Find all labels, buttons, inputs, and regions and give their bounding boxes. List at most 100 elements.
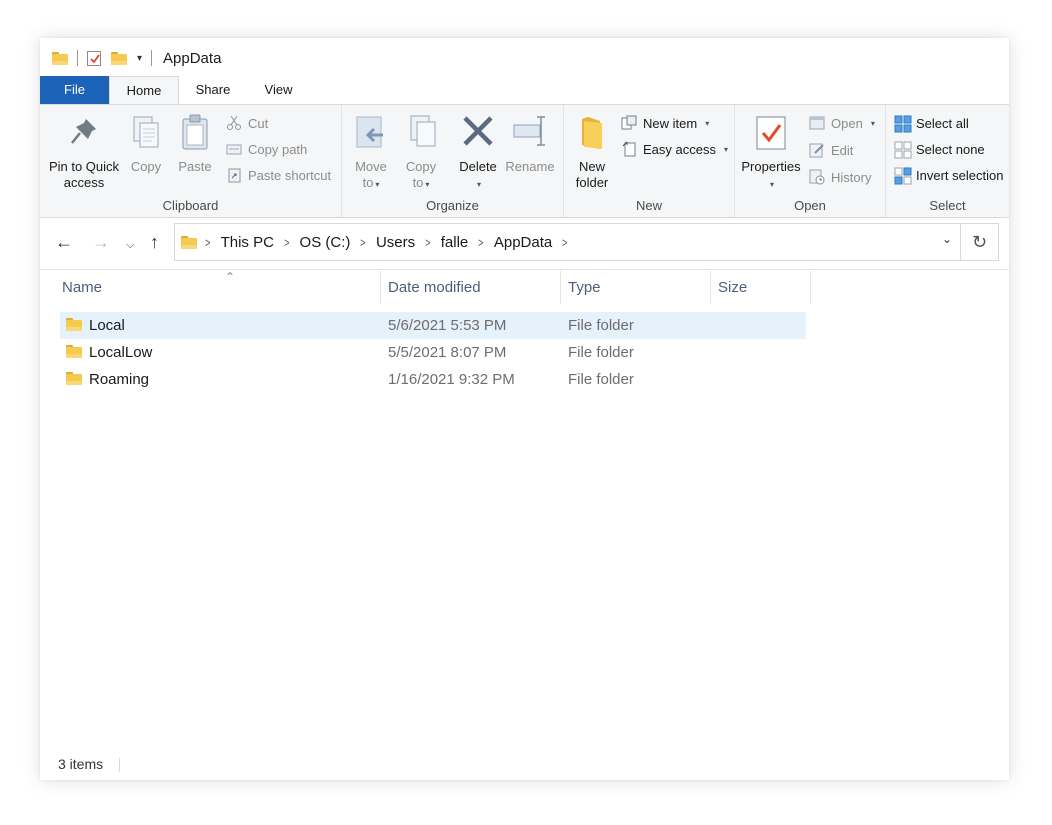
new-folder-icon (574, 113, 610, 153)
tab-share[interactable]: Share (179, 76, 247, 104)
column-type-label: Type (568, 279, 601, 296)
edit-icon (809, 142, 825, 158)
breadcrumb-chevron-icon[interactable]: > (205, 235, 210, 250)
select-none-label: Select none (916, 142, 985, 157)
copy-label: Copy (124, 159, 168, 175)
delete-x-icon (460, 113, 496, 153)
breadcrumb-chevron-icon[interactable]: > (562, 235, 567, 250)
quick-access-toolbar: ▾ AppData (52, 48, 221, 68)
breadcrumb-chevron-icon[interactable]: > (478, 235, 483, 250)
easy-access-button[interactable]: Easy access ▾ (621, 139, 728, 159)
tab-file[interactable]: File (40, 76, 109, 104)
forward-arrow-icon[interactable]: → (92, 232, 110, 252)
new-folder-button[interactable]: New folder (570, 113, 614, 191)
easy-access-icon (621, 141, 637, 157)
properties-quick-icon[interactable] (87, 51, 101, 66)
paste-button[interactable]: Paste (172, 113, 218, 175)
file-row-local[interactable]: Local 5/6/2021 5:53 PM File folder (60, 312, 806, 339)
invert-selection-button[interactable]: Invert selection (894, 165, 1003, 185)
breadcrumb-appdata[interactable]: AppData (494, 234, 552, 251)
column-size[interactable]: Size (711, 271, 811, 304)
new-item-button[interactable]: New item ▾ (621, 113, 709, 133)
paste-icon (177, 113, 213, 153)
delete-label: Delete (454, 159, 502, 175)
copy-to-button[interactable]: Copy to▾ (398, 113, 444, 193)
delete-button[interactable]: Delete ▾ (454, 113, 502, 193)
breadcrumb-os-c[interactable]: OS (C:) (300, 234, 351, 251)
properties-button[interactable]: Properties ▾ (739, 113, 803, 193)
breadcrumb-users[interactable]: Users (376, 234, 415, 251)
breadcrumb-this-pc[interactable]: This PC (221, 234, 274, 251)
copy-button[interactable]: Copy (124, 113, 168, 175)
column-type[interactable]: Type (561, 271, 711, 304)
pin-to-quick-access-button[interactable]: Pin to Quick access (46, 113, 122, 191)
select-all-label: Select all (916, 116, 969, 131)
file-type: File folder (568, 366, 634, 393)
copy-icon (128, 113, 164, 153)
customize-toolbar-icon[interactable]: ▾ (137, 53, 142, 64)
file-date: 1/16/2021 9:32 PM (388, 366, 515, 393)
column-size-label: Size (718, 279, 747, 296)
file-name: LocalLow (89, 339, 152, 366)
edit-button[interactable]: Edit (809, 140, 853, 160)
dropdown-arrow-icon: ▾ (724, 145, 728, 154)
column-name[interactable]: Name ⌃ (55, 271, 381, 304)
refresh-icon[interactable]: ↻ (961, 223, 999, 261)
folder-icon (66, 372, 82, 385)
select-none-button[interactable]: Select none (894, 139, 985, 159)
rename-icon (512, 113, 548, 153)
copy-path-icon (226, 141, 242, 157)
open-label: Open (831, 116, 863, 131)
rename-button[interactable]: Rename (502, 113, 558, 175)
copy-to-label-line2: to (413, 175, 424, 190)
copy-to-label-line1: Copy (406, 159, 436, 174)
new-folder-label-line1: New (570, 159, 614, 175)
new-group: New folder New item ▾ Easy access ▾ New (564, 105, 735, 217)
pin-label-line2: access (46, 175, 122, 191)
column-date-modified[interactable]: Date modified (381, 271, 561, 304)
copy-path-label: Copy path (248, 142, 307, 157)
file-row-locallow[interactable]: LocalLow 5/5/2021 8:07 PM File folder (60, 339, 806, 366)
cut-button[interactable]: Cut (226, 113, 268, 133)
select-all-button[interactable]: Select all (894, 113, 969, 133)
move-to-button[interactable]: Move to▾ (348, 113, 394, 193)
clipboard-group-label: Clipboard (40, 198, 341, 213)
folder-icon (52, 52, 68, 65)
title-bar: ▾ AppData (40, 38, 1009, 76)
tab-view[interactable]: View (247, 76, 310, 104)
easy-access-label: Easy access (643, 142, 716, 157)
open-icon (809, 115, 825, 131)
status-bar: 3 items (40, 750, 1009, 780)
history-button[interactable]: History (809, 167, 871, 187)
paste-shortcut-icon (226, 167, 242, 183)
invert-selection-icon (894, 167, 910, 183)
breadcrumb-chevron-icon[interactable]: > (284, 235, 289, 250)
breadcrumb-falle[interactable]: falle (441, 234, 469, 251)
breadcrumb-chevron-icon[interactable]: > (425, 235, 430, 250)
recent-locations-chevron-icon[interactable]: ⌵ (126, 235, 134, 255)
toolbar-divider (77, 50, 78, 66)
paste-label: Paste (172, 159, 218, 175)
file-type: File folder (568, 312, 634, 339)
up-arrow-icon[interactable]: ↑ (150, 232, 159, 252)
folder-icon (66, 345, 82, 358)
open-button[interactable]: Open ▾ (809, 113, 875, 133)
copy-to-icon (403, 113, 439, 153)
move-to-label-line1: Move (355, 159, 387, 174)
history-label: History (831, 170, 871, 185)
column-date-label: Date modified (388, 279, 481, 296)
new-folder-quick-icon[interactable] (111, 52, 127, 65)
address-bar[interactable]: > This PC > OS (C:) > Users > falle > Ap… (174, 223, 961, 261)
copy-path-button[interactable]: Copy path (226, 139, 307, 159)
folder-icon (66, 318, 82, 331)
scissors-icon (226, 115, 242, 131)
back-arrow-icon[interactable]: ← (55, 232, 73, 252)
select-all-icon (894, 115, 910, 131)
sort-ascending-icon: ⌃ (225, 261, 235, 294)
address-dropdown-chevron-icon[interactable]: ⌄ (942, 232, 952, 246)
breadcrumb-chevron-icon[interactable]: > (361, 235, 366, 250)
file-row-roaming[interactable]: Roaming 1/16/2021 9:32 PM File folder (60, 366, 806, 393)
edit-label: Edit (831, 143, 853, 158)
tab-home[interactable]: Home (109, 76, 179, 105)
paste-shortcut-button[interactable]: Paste shortcut (226, 165, 331, 185)
